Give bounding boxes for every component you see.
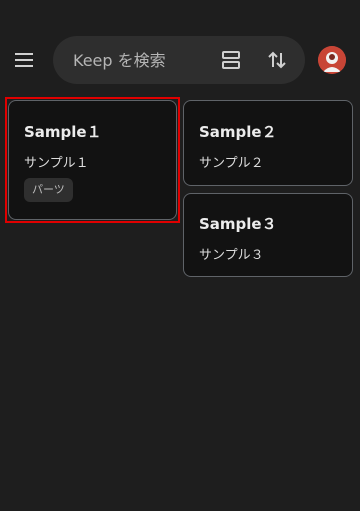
account-avatar[interactable] (318, 46, 346, 74)
top-bar (0, 0, 360, 100)
sort-icon (268, 51, 286, 69)
note-title: Sample１ (24, 123, 102, 141)
note-body: サンプル１ (24, 156, 89, 171)
note-card[interactable]: Sample１ サンプル１ パーツ (8, 100, 177, 220)
note-title: Sample３ (199, 215, 277, 233)
view-toggle-button[interactable] (219, 48, 243, 72)
search-input[interactable] (73, 50, 203, 70)
menu-button[interactable] (10, 46, 38, 74)
note-title: Sample２ (199, 123, 277, 141)
menu-icon (15, 53, 33, 67)
avatar-image-icon (318, 46, 346, 74)
list-view-icon (222, 51, 240, 69)
note-card[interactable]: Sample２ サンプル２ (183, 100, 353, 186)
search-bar[interactable] (53, 36, 305, 84)
label-chip[interactable]: パーツ (24, 178, 73, 202)
note-body: サンプル３ (199, 248, 264, 263)
note-card[interactable]: Sample３ サンプル３ (183, 193, 353, 277)
note-body: サンプル２ (199, 156, 264, 171)
sort-button[interactable] (265, 48, 289, 72)
